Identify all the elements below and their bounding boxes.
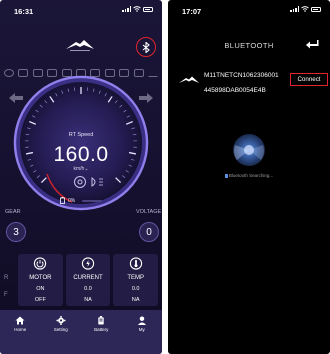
tab-battery-label: Battery [94, 327, 109, 332]
gear-icon [56, 316, 66, 325]
status-bar: 17:07 [168, 0, 330, 20]
battery-level-icon [60, 197, 65, 204]
home-screen: 16:31 RT Speed 160.0 km/h⌄ 0% GEAR 3 VOL… [0, 0, 162, 354]
temp-card[interactable]: TEMP 0.0 NA [113, 254, 159, 306]
headlight-icon [91, 177, 103, 187]
voltage-value: 0 [139, 222, 159, 242]
wifi-icon [133, 6, 141, 12]
tab-setting[interactable]: Setting [46, 316, 76, 354]
signal-icon [290, 6, 299, 12]
tab-my[interactable]: My [127, 316, 157, 354]
wifi-icon [301, 6, 309, 12]
thermometer-icon [129, 257, 142, 270]
device-logo-icon [179, 76, 199, 83]
battery-icon [98, 316, 104, 325]
motor-value-2: OFF [34, 297, 46, 303]
status-bar: 16:31 [0, 0, 162, 20]
current-title: CURRENT [73, 275, 103, 281]
bluetooth-screen: 17:07 BLUETOOTH M11TNETCN1062306001 4458… [168, 0, 330, 354]
current-value-2: NA [84, 297, 92, 303]
bluetooth-icon [142, 41, 150, 53]
signal-icon [122, 6, 131, 12]
status-cards: MOTOR ON OFF CURRENT 0.0 NA TEMP 0.0 NA [18, 254, 159, 306]
voltage-label: VOLTAGE [136, 209, 162, 215]
device-mac: 445898DAB0054E4B [204, 87, 266, 94]
power-icon [34, 257, 47, 270]
current-icon [81, 257, 95, 270]
forward-indicator: F [4, 292, 8, 298]
reverse-indicator: R [4, 275, 9, 281]
speed-unit: km/h⌄ [73, 166, 89, 172]
current-card[interactable]: CURRENT 0.0 NA [65, 254, 111, 306]
temp-value-2: NA [131, 297, 140, 303]
tab-home[interactable]: Home [5, 316, 35, 354]
tab-my-label: My [138, 327, 145, 332]
current-value-1: 0.0 [84, 286, 92, 292]
bluetooth-button[interactable] [136, 37, 156, 57]
temp-value-1: 0.0 [131, 286, 140, 292]
battery-status-icon [311, 6, 321, 12]
battery-percent: 0% [68, 198, 76, 204]
brand-logo [66, 40, 94, 51]
tab-bar: Home Setting Battery My [0, 310, 162, 354]
person-icon [137, 316, 146, 325]
tab-setting-label: Setting [53, 327, 68, 332]
battery-bar [82, 200, 102, 202]
back-icon[interactable] [305, 39, 319, 49]
temp-title: TEMP [127, 275, 145, 281]
searching-status: Bluetooth Searching... [168, 173, 330, 178]
gear-value: 3 [6, 222, 26, 242]
indicator-lamps [74, 176, 103, 188]
searching-radar-icon [233, 134, 265, 166]
battery-status-icon [143, 6, 153, 12]
motor-title: MOTOR [29, 275, 52, 281]
status-time: 16:31 [14, 7, 34, 16]
home-icon [15, 316, 25, 325]
bluetooth-small-icon [224, 173, 228, 178]
gear-label: GEAR [5, 209, 21, 215]
motor-card[interactable]: MOTOR ON OFF [18, 254, 63, 306]
device-name: M11TNETCN1062306001 [204, 72, 279, 79]
motor-value-1: ON [36, 286, 45, 292]
speed-label: RT Speed [68, 132, 94, 138]
status-time: 17:07 [182, 7, 202, 16]
gauge-battery-row: 0% [60, 197, 120, 205]
gear-lamp-icon [74, 176, 86, 188]
connect-button[interactable]: Connect [290, 73, 328, 86]
tab-home-label: Home [14, 327, 27, 332]
speed-value: 160.0 [53, 143, 109, 166]
tab-battery[interactable]: Battery [86, 316, 116, 354]
